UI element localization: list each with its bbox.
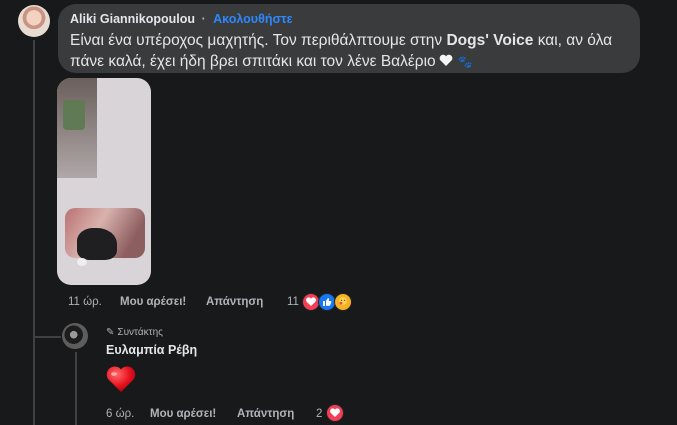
paw-icon: 🐾 xyxy=(457,55,473,69)
comment-text-part1: Είναι ένα υπέροχος μαχητής. Τον περιθάλπ… xyxy=(70,32,447,49)
author-badge-label: Συντάκτης xyxy=(117,327,163,338)
comment-photo[interactable] xyxy=(57,78,151,285)
comment-author-line: Aliki Giannikopoulou · Ακολουθήστε xyxy=(70,12,293,26)
white-heart-icon xyxy=(439,52,453,66)
comment-reply-button[interactable]: Απάντηση xyxy=(206,296,263,308)
care-reaction-icon xyxy=(334,293,352,311)
thread-line-reply xyxy=(75,352,77,425)
comment-reaction-count[interactable]: 11 xyxy=(287,296,299,308)
love-reaction-icon xyxy=(326,404,344,422)
author-badge: ✎ Συντάκτης xyxy=(106,327,163,338)
photo-dog-paw xyxy=(77,258,87,266)
thread-line-main xyxy=(33,40,35,425)
thread-line-branch xyxy=(33,336,61,338)
photo-plant xyxy=(63,100,85,130)
comment-like-button[interactable]: Μου αρέσει! xyxy=(120,296,186,308)
red-heart-emoji-icon xyxy=(105,364,137,399)
commenter-avatar[interactable] xyxy=(18,5,50,37)
reply-like-button[interactable]: Μου αρέσει! xyxy=(150,408,216,420)
reply-avatar[interactable] xyxy=(62,323,88,349)
follow-separator: · xyxy=(201,12,206,26)
reply-author-name[interactable]: Ευλαμπία Ρέβη xyxy=(106,343,197,357)
comment-text-bold[interactable]: Dogs' Voice xyxy=(446,32,533,49)
reply-reaction-count[interactable]: 2 xyxy=(316,408,322,420)
comment-author-name[interactable]: Aliki Giannikopoulou xyxy=(70,12,195,26)
comment-text: Είναι ένα υπέροχος μαχητής. Τον περιθάλπ… xyxy=(70,30,630,73)
reply-time[interactable]: 6 ώρ. xyxy=(106,408,134,420)
follow-link[interactable]: Ακολουθήστε xyxy=(213,12,292,26)
comment-time[interactable]: 11 ώρ. xyxy=(68,296,102,308)
pencil-icon: ✎ xyxy=(106,327,115,338)
reply-reply-button[interactable]: Απάντηση xyxy=(237,408,294,420)
photo-dog xyxy=(77,228,117,260)
comment-bubble: Aliki Giannikopoulou · Ακολουθήστε Είναι… xyxy=(58,4,640,73)
